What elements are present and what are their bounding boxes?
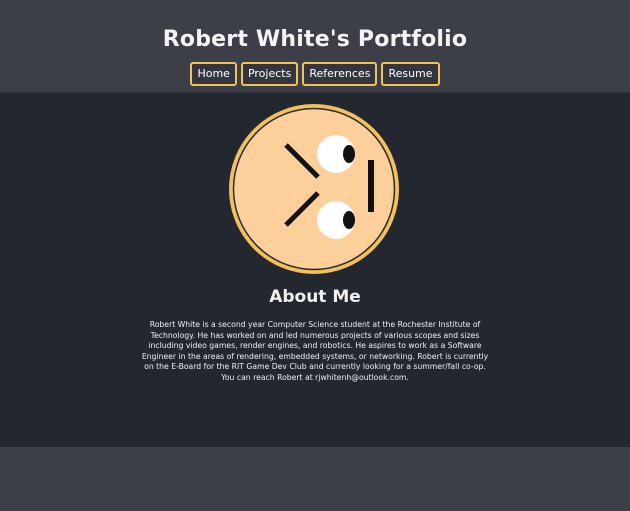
nav-bar: Home Projects References Resume: [0, 62, 630, 86]
nav-references-button[interactable]: References: [302, 62, 378, 86]
site-title: Robert White's Portfolio: [162, 27, 468, 52]
main-content: About Me Robert White is a second year C…: [0, 93, 630, 447]
avatar: [228, 103, 400, 275]
cartoon-face-logo: [229, 104, 399, 274]
avatar-pupil-lower: [343, 211, 355, 229]
avatar-mouth: [368, 160, 374, 212]
avatar-pupil-upper: [343, 145, 355, 163]
nav-projects-button[interactable]: Projects: [240, 62, 299, 86]
about-heading: About Me: [269, 287, 361, 307]
nav-home-button[interactable]: Home: [190, 62, 237, 86]
nav-resume-button[interactable]: Resume: [381, 62, 440, 86]
page: Robert White's Portfolio Home Projects R…: [0, 0, 630, 511]
footer: [0, 447, 630, 511]
about-text: Robert White is a second year Computer S…: [141, 320, 489, 382]
header: Robert White's Portfolio Home Projects R…: [0, 0, 630, 93]
